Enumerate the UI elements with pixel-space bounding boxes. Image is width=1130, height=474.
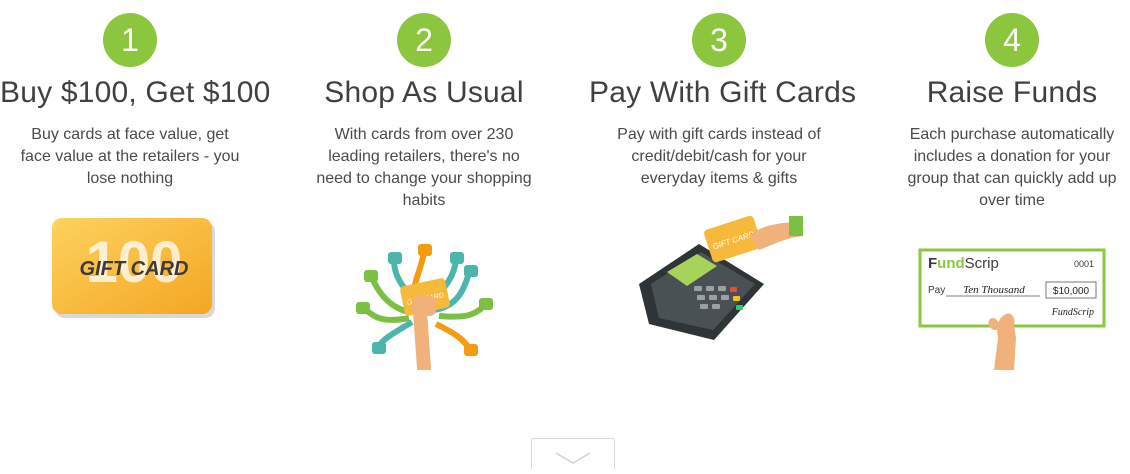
desc-line: includes a donation for your [913,148,1111,165]
step-1: 1 Buy $100, Get $100 Buy cards at face v… [0,0,271,390]
desc-line: group that can quickly add up [907,170,1117,187]
check-amount: $10,000 [1053,286,1090,297]
step-number-badge: 4 [985,13,1039,67]
check-illustration: FundScrip 0001 Pay Ten Thousand $10,000 … [918,248,1106,370]
step-description: With cards from over 230 leading retaile… [294,124,554,212]
desc-line: Buy cards at face value, get [31,126,229,143]
chevron-down-icon [555,452,591,464]
desc-line: face value at the retailers - you [20,148,240,165]
desc-line: Each purchase automatically [909,126,1115,143]
step-3: 3 Pay With Gift Cards Pay with gift card… [589,0,857,390]
card-terminal-illustration: GIFT CARD [639,215,803,340]
desc-line: leading retailers, there's no [328,148,520,165]
card-label-text: GIFT CARD [80,258,189,280]
desc-line: need to change your shopping [316,170,532,187]
step-description: Pay with gift cards instead of credit/de… [589,124,849,190]
step-title: Buy $100, Get $100 [0,76,271,109]
hands-reaching-illustration: GIFT CARD [356,244,493,370]
step-4: 4 Raise Funds Each purchase automaticall… [882,0,1130,390]
desc-line: With cards from over 230 [334,126,514,143]
check-number: 0001 [1074,259,1094,269]
how-it-works-steps: 1 Buy $100, Get $100 Buy cards at face v… [0,0,1130,400]
step-title: Raise Funds [926,76,1098,109]
step-title: Pay With Gift Cards [589,76,857,109]
desc-line: lose nothing [86,170,174,187]
step-description: Buy cards at face value, get face value … [0,124,260,190]
check-amount-words: Ten Thousand [963,284,1025,296]
desc-line: over time [979,192,1045,209]
step-description: Each purchase automatically includes a d… [882,124,1130,212]
desc-line: Pay with gift cards instead of [617,126,821,143]
step-2: 2 Shop As Usual With cards from over 230… [294,0,554,390]
step-title: Shop As Usual [324,76,524,109]
gift-card-illustration: 100 GIFT CARD [52,218,215,318]
desc-line: habits [402,192,446,209]
step-number-badge: 1 [103,13,157,67]
desc-line: credit/debit/cash for your [631,148,807,165]
step-number-badge: 2 [397,13,451,67]
check-pay-label: Pay [928,285,945,296]
check-brand: FundScrip [928,255,999,272]
desc-line: everyday items & gifts [640,170,798,187]
step-number-badge: 3 [692,13,746,67]
scroll-down-tab[interactable] [531,438,615,469]
check-signature: FundScrip [1051,307,1094,318]
